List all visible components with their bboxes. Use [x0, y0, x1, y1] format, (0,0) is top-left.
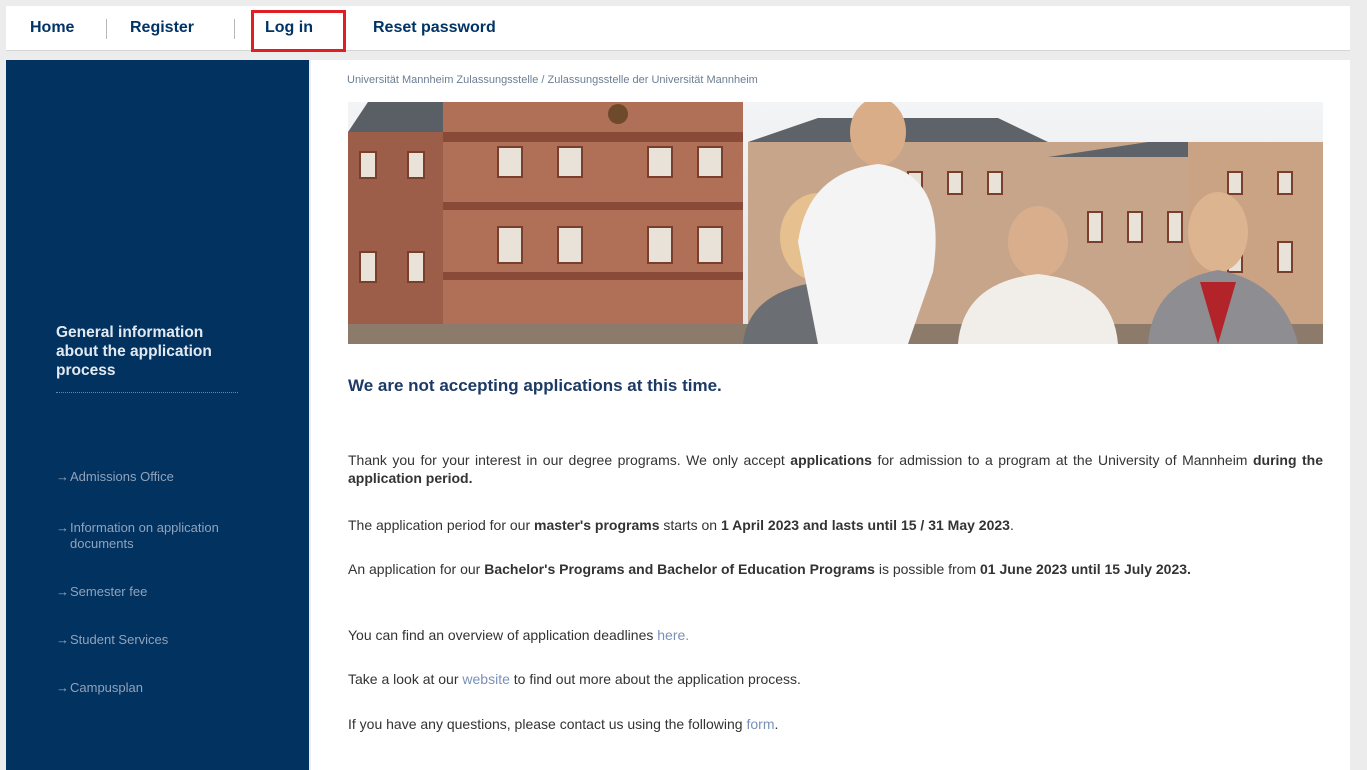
bold-text: applications: [790, 452, 872, 468]
contact-form-link[interactable]: form: [746, 716, 774, 732]
nav-separator: [234, 19, 235, 39]
text: to find out more about the application p…: [509, 671, 801, 687]
nav-register-link[interactable]: Register: [130, 6, 194, 50]
text: is possible from: [874, 561, 981, 577]
sidebar-link-label: Student Services: [70, 632, 169, 647]
nav-login-link[interactable]: Log in: [265, 6, 313, 50]
sidebar-link-label: Campusplan: [70, 680, 143, 695]
website-paragraph: Take a look at our website to find out m…: [348, 670, 1323, 688]
deadlines-here-link[interactable]: here.: [657, 627, 689, 643]
text: starts on: [659, 517, 721, 533]
sidebar-link-semester-fee[interactable]: → Semester fee: [56, 584, 240, 600]
sidebar-heading: General information about the applicatio…: [56, 324, 212, 379]
bold-text: Bachelor's Programs and Bachelor of Educ…: [484, 561, 875, 577]
hero-image: [348, 102, 1323, 344]
breadcrumb: Universität Mannheim Zulassungsstelle / …: [347, 74, 758, 86]
sidebar-link-application-documents[interactable]: → Information on application documents: [56, 520, 240, 552]
nav-separator: [106, 19, 107, 39]
text: If you have any questions, please contac…: [348, 716, 747, 732]
bold-text: 01 June 2023 until 15 July 2023.: [980, 561, 1191, 577]
top-navigation-bar: Home Register Log in Reset password: [6, 6, 1350, 52]
text: for admission to a program at the Univer…: [871, 452, 1253, 468]
sidebar-link-label: Information on application documents: [70, 520, 219, 551]
text: Thank you for your interest in our degre…: [348, 452, 791, 468]
sidebar-link-student-services[interactable]: → Student Services: [56, 632, 240, 648]
arrow-right-icon: →: [56, 632, 69, 647]
nav-home-link[interactable]: Home: [30, 6, 74, 50]
contact-paragraph: If you have any questions, please contac…: [348, 715, 1323, 733]
text: An application for our: [348, 561, 485, 577]
sidebar-link-label: Admissions Office: [70, 469, 174, 484]
sidebar-link-admissions-office[interactable]: → Admissions Office: [56, 469, 240, 485]
sidebar-link-label: Semester fee: [70, 584, 148, 599]
sidebar-link-campusplan[interactable]: → Campusplan: [56, 680, 240, 696]
arrow-right-icon: →: [56, 469, 69, 484]
text: Take a look at our: [348, 671, 463, 687]
text: You can find an overview of application …: [348, 627, 658, 643]
text: .: [1009, 517, 1014, 533]
arrow-right-icon: →: [56, 680, 69, 695]
arrow-right-icon: →: [56, 520, 69, 535]
sidebar: [6, 60, 309, 770]
bold-text: master's programs: [534, 517, 660, 533]
nav-reset-password-link[interactable]: Reset password: [373, 6, 496, 50]
master-period-paragraph: The application period for our master's …: [348, 516, 1323, 534]
page-heading: We are not accepting applications at thi…: [348, 376, 722, 395]
deadlines-paragraph: You can find an overview of application …: [348, 626, 1323, 644]
bachelor-period-paragraph: An application for our Bachelor's Progra…: [348, 560, 1323, 578]
text: The application period for our: [348, 517, 534, 533]
website-link[interactable]: website: [462, 671, 509, 687]
intro-paragraph: Thank you for your interest in our degre…: [348, 451, 1323, 487]
arrow-right-icon: →: [56, 584, 69, 599]
text: .: [774, 716, 779, 732]
sidebar-divider: [56, 392, 238, 393]
bold-text: 1 April 2023 and lasts until 15 / 31 May…: [720, 517, 1010, 533]
